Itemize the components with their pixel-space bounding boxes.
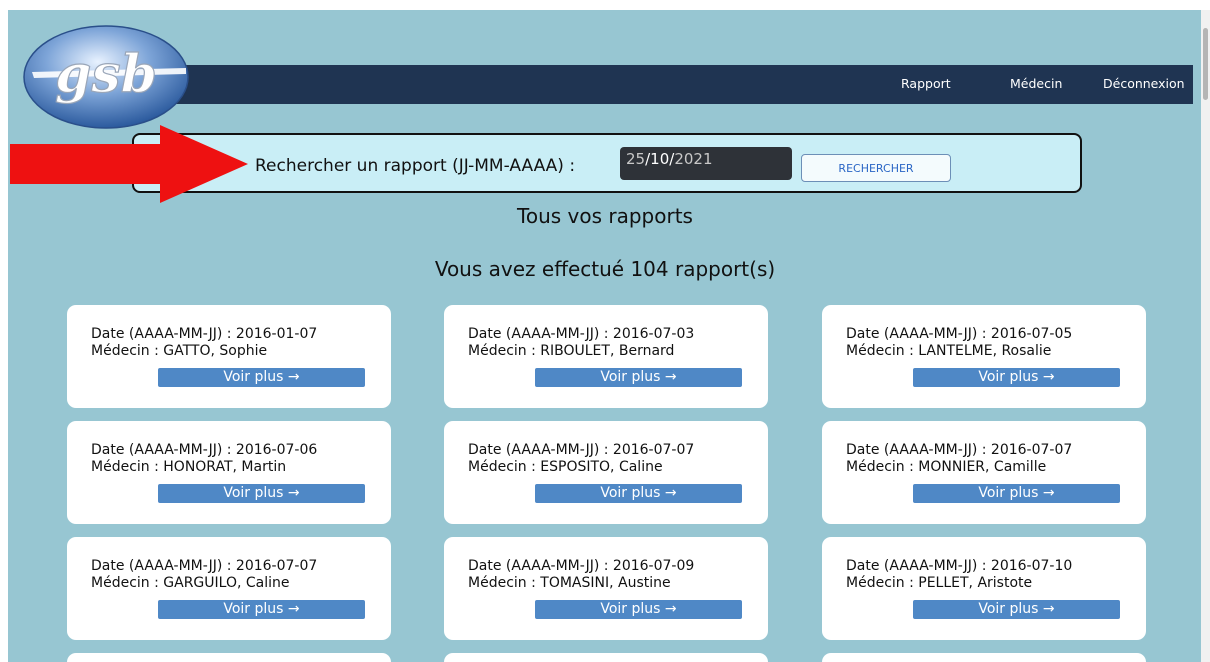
red-arrow-icon: [10, 125, 248, 203]
card-medecin: Médecin : HONORAT, Martin: [91, 459, 287, 475]
search-button[interactable]: RECHERCHER: [801, 154, 951, 182]
voir-plus-button[interactable]: Voir plus →: [913, 484, 1120, 503]
card-date: Date (AAAA-MM-JJ) : 2016-07-10: [846, 558, 1073, 574]
scrollbar[interactable]: [1201, 10, 1210, 662]
voir-plus-button[interactable]: Voir plus →: [158, 484, 365, 503]
nav-link-medecin[interactable]: Médecin: [1010, 77, 1062, 91]
report-card: [67, 653, 391, 662]
gsb-logo[interactable]: gsb: [22, 24, 190, 130]
voir-plus-button[interactable]: Voir plus →: [535, 368, 742, 387]
card-date: Date (AAAA-MM-JJ) : 2016-07-03: [468, 326, 695, 342]
card-medecin: Médecin : RIBOULET, Bernard: [468, 343, 675, 359]
report-card: Date (AAAA-MM-JJ) : 2016-07-03 Médecin :…: [444, 305, 768, 408]
card-medecin: Médecin : PELLET, Aristote: [846, 575, 1033, 591]
card-medecin: Médecin : MONNIER, Camille: [846, 459, 1047, 475]
date-year: 2021: [674, 150, 713, 168]
voir-plus-button[interactable]: Voir plus →: [913, 600, 1120, 619]
card-date: Date (AAAA-MM-JJ) : 2016-07-06: [91, 442, 318, 458]
card-date: Date (AAAA-MM-JJ) : 2016-07-07: [91, 558, 318, 574]
card-date: Date (AAAA-MM-JJ) : 2016-07-07: [846, 442, 1073, 458]
voir-plus-button[interactable]: Voir plus →: [913, 368, 1120, 387]
card-date: Date (AAAA-MM-JJ) : 2016-01-07: [91, 326, 318, 342]
report-card: Date (AAAA-MM-JJ) : 2016-07-05 Médecin :…: [822, 305, 1146, 408]
nav-link-rapport[interactable]: Rapport: [901, 77, 951, 91]
search-label: Rechercher un rapport (JJ-MM-AAAA) :: [255, 156, 576, 176]
all-reports-heading: Tous vos rapports: [517, 204, 693, 228]
voir-plus-button[interactable]: Voir plus →: [535, 600, 742, 619]
card-medecin: Médecin : ESPOSITO, Caline: [468, 459, 663, 475]
card-medecin: Médecin : TOMASINI, Austine: [468, 575, 671, 591]
date-month: 10: [650, 150, 670, 168]
card-date: Date (AAAA-MM-JJ) : 2016-07-05: [846, 326, 1073, 342]
date-day: 25: [626, 150, 646, 168]
card-medecin: Médecin : GATTO, Sophie: [91, 343, 268, 359]
card-medecin: Médecin : GARGUILO, Caline: [91, 575, 290, 591]
report-card: [444, 653, 768, 662]
card-medecin: Médecin : LANTELME, Rosalie: [846, 343, 1052, 359]
card-date: Date (AAAA-MM-JJ) : 2016-07-09: [468, 558, 695, 574]
nav-link-deconnexion[interactable]: Déconnexion: [1103, 77, 1185, 91]
voir-plus-button[interactable]: Voir plus →: [535, 484, 742, 503]
scrollbar-thumb[interactable]: [1203, 28, 1208, 100]
report-card: [822, 653, 1146, 662]
report-card: Date (AAAA-MM-JJ) : 2016-01-07 Médecin :…: [67, 305, 391, 408]
report-card: Date (AAAA-MM-JJ) : 2016-07-09 Médecin :…: [444, 537, 768, 640]
logo-text: gsb: [55, 44, 157, 105]
date-input[interactable]: 25/10/2021: [620, 147, 792, 180]
voir-plus-button[interactable]: Voir plus →: [158, 368, 365, 387]
report-card: Date (AAAA-MM-JJ) : 2016-07-10 Médecin :…: [822, 537, 1146, 640]
voir-plus-button[interactable]: Voir plus →: [158, 600, 365, 619]
report-card: Date (AAAA-MM-JJ) : 2016-07-07 Médecin :…: [822, 421, 1146, 524]
report-card: Date (AAAA-MM-JJ) : 2016-07-07 Médecin :…: [444, 421, 768, 524]
card-date: Date (AAAA-MM-JJ) : 2016-07-07: [468, 442, 695, 458]
report-card: Date (AAAA-MM-JJ) : 2016-07-07 Médecin :…: [67, 537, 391, 640]
report-count-heading: Vous avez effectué 104 rapport(s): [434, 257, 776, 281]
report-card: Date (AAAA-MM-JJ) : 2016-07-06 Médecin :…: [67, 421, 391, 524]
